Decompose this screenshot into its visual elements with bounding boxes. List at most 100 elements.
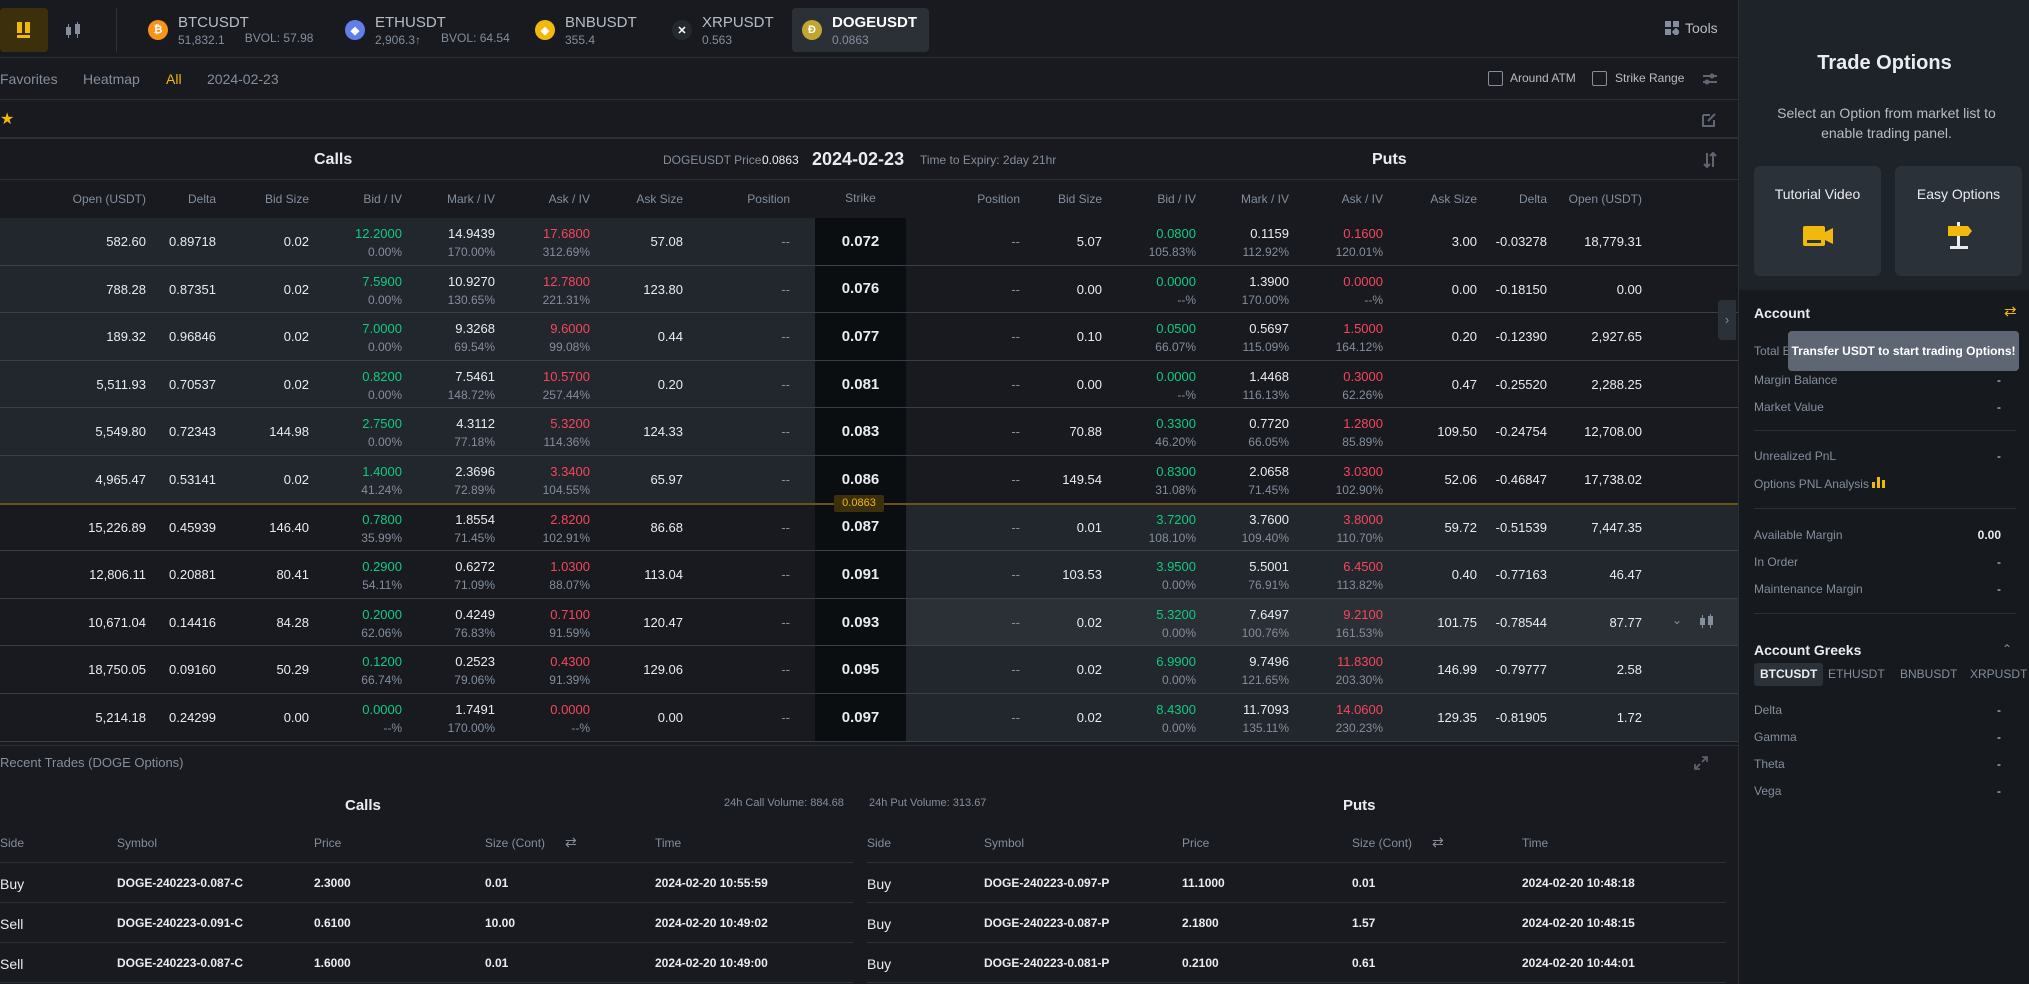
call-header-delta[interactable]: Delta xyxy=(188,192,216,206)
chevron-down-icon[interactable]: ⌄ xyxy=(1672,613,1682,627)
put-ask[interactable]: 1.5000 xyxy=(1343,321,1383,336)
call-bid[interactable]: 0.8200 xyxy=(362,369,402,384)
coin-tab-xrpusdt[interactable]: ✕ XRPUSDT 0.563 xyxy=(662,8,784,52)
call-ask[interactable]: 1.0300 xyxy=(550,559,590,574)
greek-tab-xrpusdt[interactable]: XRPUSDT xyxy=(1964,663,2029,686)
trade-symbol[interactable]: DOGE-240223-0.091-C xyxy=(117,916,243,930)
trade-symbol[interactable]: DOGE-240223-0.081-P xyxy=(984,956,1109,970)
put-ask[interactable]: 6.4500 xyxy=(1343,559,1383,574)
call-ask[interactable]: 0.7100 xyxy=(550,607,590,622)
trade-header-size[interactable]: Size (Cont) xyxy=(1352,836,1412,850)
call-mark[interactable]: 4.3112 xyxy=(456,416,495,431)
call-ask[interactable]: 2.8200 xyxy=(550,512,590,527)
put-mark[interactable]: 0.1159 xyxy=(1250,226,1289,241)
options-pnl-analysis-link[interactable]: Options PNL Analysis xyxy=(1754,477,1886,491)
call-mark[interactable]: 9.3268 xyxy=(455,321,495,336)
put-header-delta[interactable]: Delta xyxy=(1519,192,1547,206)
put-mark[interactable]: 0.5697 xyxy=(1249,321,1289,336)
put-bid[interactable]: 0.8300 xyxy=(1156,464,1196,479)
put-ask[interactable]: 0.3000 xyxy=(1343,369,1383,384)
put-bid[interactable]: 3.7200 xyxy=(1156,512,1196,527)
call-bid[interactable]: 7.5900 xyxy=(362,274,402,289)
put-side[interactable] xyxy=(906,694,1738,741)
put-mark[interactable]: 11.7093 xyxy=(1243,702,1289,717)
call-mark[interactable]: 0.6272 xyxy=(455,559,495,574)
layout-list-button[interactable] xyxy=(0,8,48,52)
put-ask[interactable]: 9.2100 xyxy=(1343,607,1383,622)
call-bid[interactable]: 1.4000 xyxy=(362,464,402,479)
coin-tab-bnbusdt[interactable]: ◈ BNBUSDT 355.4 xyxy=(525,8,647,52)
call-ask[interactable]: 0.4300 xyxy=(550,654,590,669)
put-header-bid[interactable]: Bid / IV xyxy=(1157,192,1196,206)
call-mark[interactable]: 14.9439 xyxy=(448,226,495,241)
call-bid[interactable]: 0.2900 xyxy=(362,559,402,574)
coin-tab-ethusdt[interactable]: ◆ ETHUSDT 2,906.3↑ BVOL: 64.54 xyxy=(335,8,520,52)
trade-symbol[interactable]: DOGE-240223-0.087-C xyxy=(117,956,243,970)
chevron-up-icon[interactable]: ⌃ xyxy=(2002,642,2012,656)
put-bid[interactable]: 5.3200 xyxy=(1156,607,1196,622)
call-mark[interactable]: 0.2523 xyxy=(455,654,495,669)
call-header-ask[interactable]: Ask / IV xyxy=(549,192,590,206)
put-mark[interactable]: 2.0658 xyxy=(1249,464,1289,479)
put-header-open[interactable]: Open (USDT) xyxy=(1569,192,1642,206)
put-header-ask[interactable]: Ask / IV xyxy=(1342,192,1383,206)
call-bid[interactable]: 12.2000 xyxy=(355,226,402,241)
put-bid[interactable]: 0.0800 xyxy=(1156,226,1196,241)
trade-symbol[interactable]: DOGE-240223-0.087-C xyxy=(117,876,243,890)
put-bid[interactable]: 3.9500 xyxy=(1156,559,1196,574)
around-atm-checkbox[interactable] xyxy=(1488,71,1503,86)
tools-button[interactable]: Tools xyxy=(1665,20,1718,36)
call-bid[interactable]: 2.7500 xyxy=(362,416,402,431)
put-mark[interactable]: 9.7496 xyxy=(1249,654,1289,669)
greek-tab-ethusdt[interactable]: ETHUSDT xyxy=(1822,663,1891,686)
call-header-bid[interactable]: Bid / IV xyxy=(363,192,402,206)
call-ask[interactable]: 17.6800 xyxy=(543,226,590,241)
tab-all[interactable]: All xyxy=(166,71,182,87)
edit-icon[interactable] xyxy=(1702,112,1717,127)
settings-sliders-icon[interactable] xyxy=(1702,71,1718,87)
collapse-panel-button[interactable]: › xyxy=(1718,300,1736,340)
put-bid[interactable]: 0.3300 xyxy=(1156,416,1196,431)
put-ask[interactable]: 1.2800 xyxy=(1343,416,1383,431)
layout-chart-button[interactable] xyxy=(50,8,98,52)
put-bid[interactable]: 0.0000 xyxy=(1156,369,1196,384)
call-bid[interactable]: 0.2000 xyxy=(362,607,402,622)
sort-arrows-icon[interactable] xyxy=(1703,152,1717,168)
call-ask[interactable]: 10.5700 xyxy=(543,369,590,384)
swap-icon[interactable]: ⇄ xyxy=(565,834,577,851)
trade-symbol[interactable]: DOGE-240223-0.097-P xyxy=(984,876,1109,890)
trade-symbol[interactable]: DOGE-240223-0.087-P xyxy=(984,916,1109,930)
put-mark[interactable]: 1.3900 xyxy=(1249,274,1289,289)
put-header-position[interactable]: Position xyxy=(977,192,1020,206)
put-mark[interactable]: 1.4468 xyxy=(1249,369,1289,384)
put-mark[interactable]: 5.5001 xyxy=(1249,559,1289,574)
easy-options-button[interactable]: Easy Options xyxy=(1895,166,2022,276)
call-bid[interactable]: 0.1200 xyxy=(362,654,402,669)
put-bid[interactable]: 0.0500 xyxy=(1156,321,1196,336)
put-header-mark[interactable]: Mark / IV xyxy=(1241,192,1289,206)
call-header-open[interactable]: Open (USDT) xyxy=(73,192,146,206)
call-header-bid_size[interactable]: Bid Size xyxy=(265,192,309,206)
call-bid[interactable]: 0.7800 xyxy=(362,512,402,527)
call-ask[interactable]: 12.7800 xyxy=(543,274,590,289)
tab-heatmap[interactable]: Heatmap xyxy=(83,71,140,87)
expand-icon[interactable] xyxy=(1694,756,1708,770)
put-mark[interactable]: 7.6497 xyxy=(1249,607,1289,622)
star-icon[interactable]: ★ xyxy=(0,109,14,129)
put-mark[interactable]: 3.7600 xyxy=(1249,512,1289,527)
put-ask[interactable]: 11.8300 xyxy=(1337,654,1383,669)
call-mark[interactable]: 2.3696 xyxy=(455,464,495,479)
call-bid[interactable]: 7.0000 xyxy=(362,321,402,336)
call-mark[interactable]: 10.9270 xyxy=(448,274,495,289)
put-mark[interactable]: 0.7720 xyxy=(1249,416,1289,431)
swap-icon[interactable]: ⇄ xyxy=(1432,834,1444,851)
chart-icon[interactable] xyxy=(1698,613,1716,632)
put-header-ask_size[interactable]: Ask Size xyxy=(1430,192,1477,206)
put-bid[interactable]: 0.0000 xyxy=(1156,274,1196,289)
put-header-bid_size[interactable]: Bid Size xyxy=(1058,192,1102,206)
call-header-ask_size[interactable]: Ask Size xyxy=(636,192,683,206)
coin-tab-dogeusdt[interactable]: Ð DOGEUSDT 0.0863 xyxy=(792,8,929,52)
call-ask[interactable]: 3.3400 xyxy=(550,464,590,479)
tutorial-video-button[interactable]: Tutorial Video xyxy=(1754,166,1881,276)
trade-header-size[interactable]: Size (Cont) xyxy=(485,836,545,850)
